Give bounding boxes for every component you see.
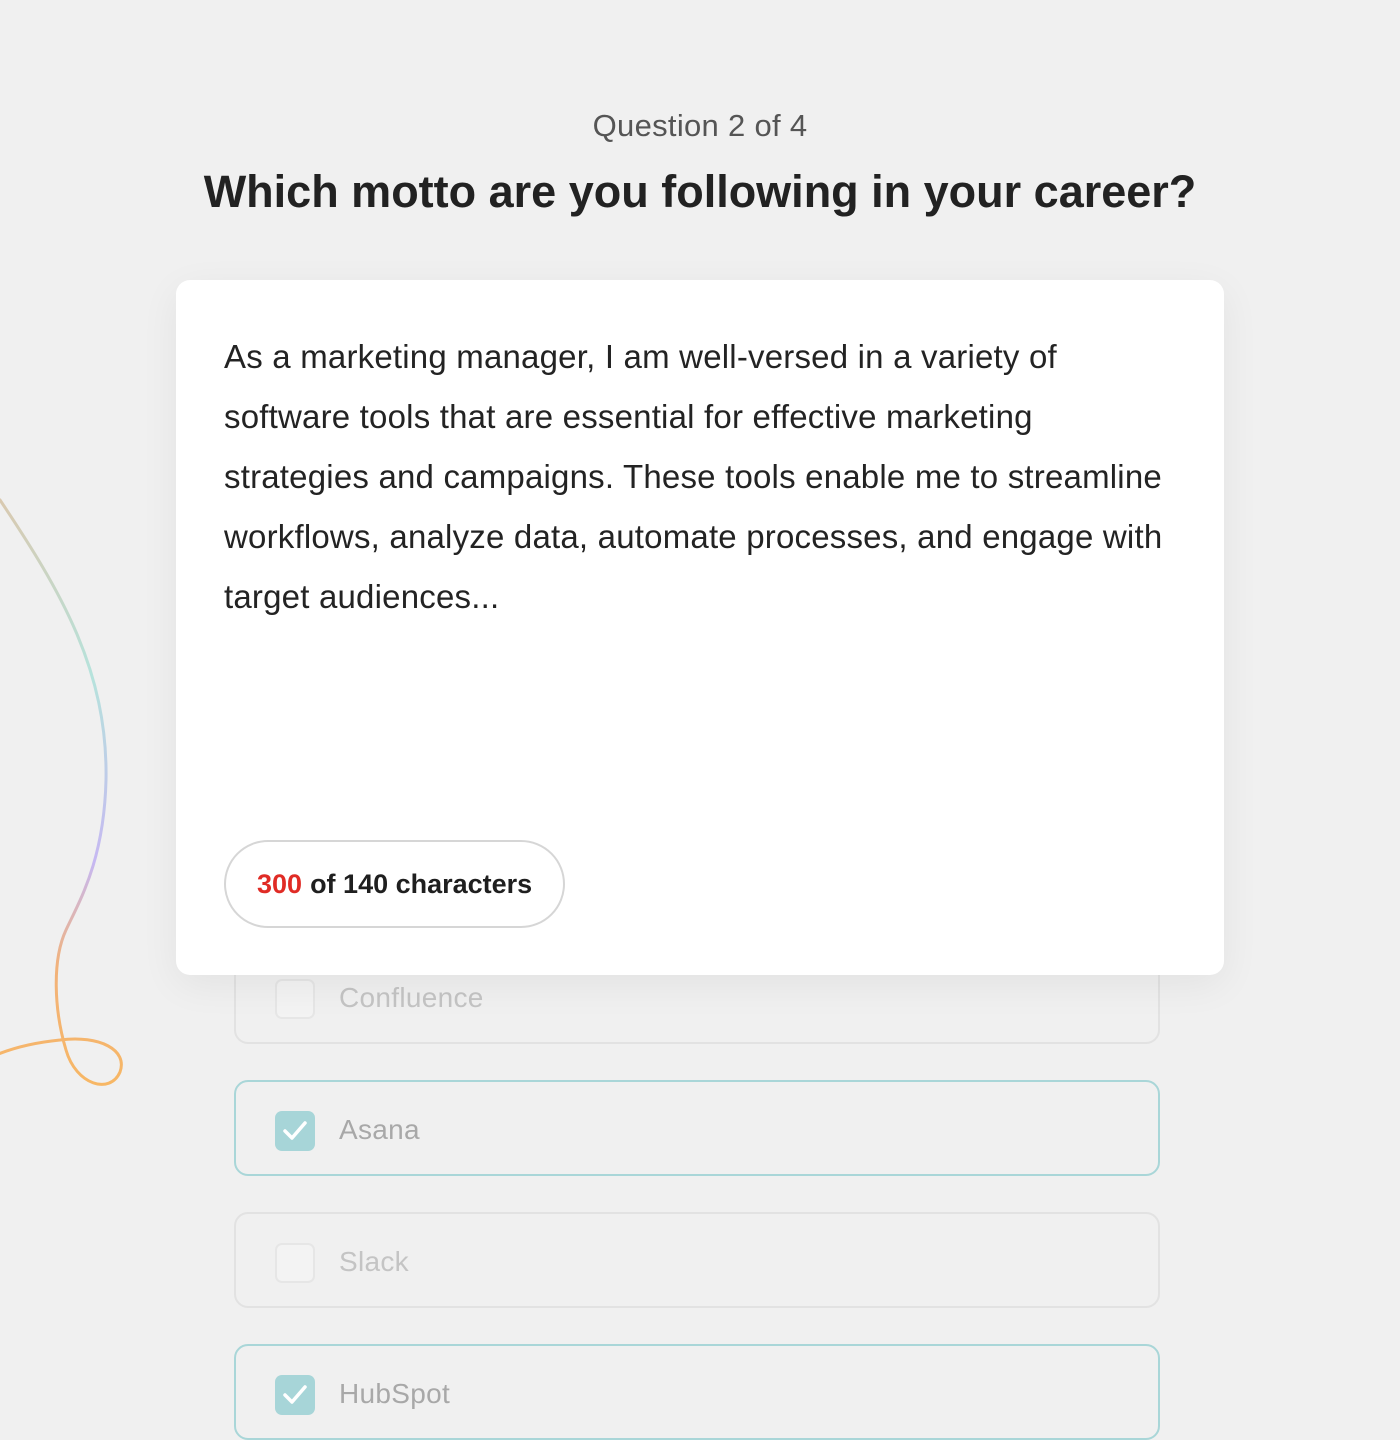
option-label: Slack [339, 1246, 409, 1277]
character-count: 300 [257, 868, 303, 899]
answer-card: As a marketing manager, I am well-versed… [176, 280, 1224, 975]
checkbox[interactable] [275, 1243, 315, 1283]
checkbox[interactable] [275, 979, 315, 1019]
option-asana[interactable]: Asana [234, 1080, 1160, 1176]
option-label: Asana [339, 1114, 420, 1145]
checkbox[interactable] [275, 1375, 315, 1415]
character-limit: of 140 characters [310, 868, 533, 899]
checkmark-icon [283, 1121, 307, 1140]
option-hubspot[interactable]: HubSpot [234, 1344, 1160, 1440]
character-counter: 300 of 140 characters [224, 840, 566, 928]
question-title: Which motto are you following in your ca… [203, 166, 1197, 217]
option-label: HubSpot [339, 1378, 451, 1409]
option-label: Confluence [339, 982, 484, 1013]
question-progress: Question 2 of 4 [592, 108, 808, 143]
checkmark-icon [283, 1385, 307, 1404]
answer-textarea[interactable]: As a marketing manager, I am well-versed… [224, 327, 1184, 627]
checkbox[interactable] [275, 1111, 315, 1151]
decorative-curve [0, 498, 123, 1086]
option-slack[interactable]: Slack [234, 1212, 1160, 1308]
